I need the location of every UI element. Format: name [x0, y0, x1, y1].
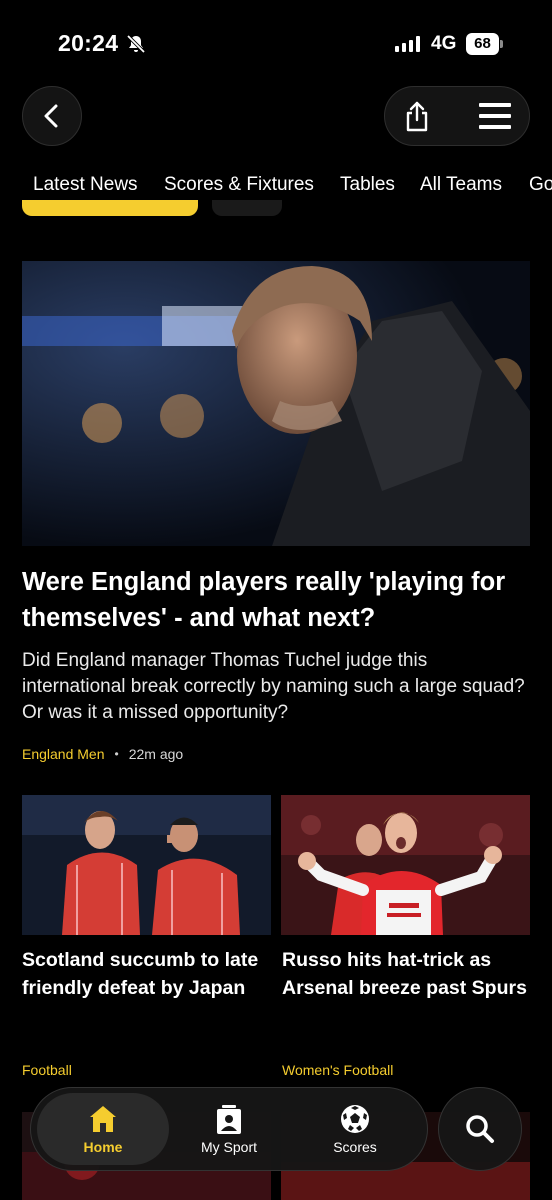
search-icon [466, 1115, 494, 1143]
network-type: 4G [431, 33, 457, 54]
nav-scores-label: Scores [333, 1139, 377, 1155]
back-button[interactable] [22, 86, 82, 146]
bell-muted-icon [126, 34, 146, 54]
my-sport-icon [217, 1105, 241, 1134]
search-button[interactable] [438, 1087, 522, 1171]
home-icon [90, 1106, 116, 1132]
chevron-left-icon [44, 104, 58, 128]
hero-meta: England Men • 22m ago [22, 746, 183, 762]
hero-headline[interactable]: Were England players really 'playing for… [22, 564, 532, 636]
signal-icon [395, 36, 420, 52]
football-icon [341, 1105, 369, 1133]
hero-image[interactable] [22, 261, 530, 546]
header-actions [384, 86, 530, 146]
hero-summary: Did England manager Thomas Tuchel judge … [22, 650, 525, 723]
card-tag-football[interactable]: Football [22, 1062, 72, 1078]
battery-level: 68 [466, 33, 499, 55]
tab-overflow[interactable]: Go [529, 174, 552, 196]
status-time: 20:24 [58, 30, 119, 56]
tab-all-teams[interactable]: All Teams [420, 174, 502, 196]
card-headline-arsenal[interactable]: Russo hits hat-trick as Arsenal breeze p… [282, 946, 532, 1002]
card-tag-womens-football[interactable]: Women's Football [282, 1062, 393, 1078]
tab-scores-fixtures[interactable]: Scores & Fixtures [164, 174, 314, 196]
bottom-navigation: Home My Sport Scores [30, 1087, 428, 1171]
nav-my-sport-label: My Sport [200, 1139, 257, 1155]
section-tabs: Latest News Scores & Fixtures Tables All… [0, 170, 552, 204]
status-bar: 20:24 4G 68 [0, 0, 552, 80]
nav-scores[interactable]: Scores [307, 1093, 403, 1177]
share-icon[interactable] [403, 99, 431, 133]
battery-icon: 68 [466, 33, 503, 55]
menu-icon[interactable] [479, 103, 511, 131]
meta-separator: • [114, 747, 119, 761]
tab-tables[interactable]: Tables [340, 174, 395, 196]
card-image-arsenal[interactable] [281, 795, 530, 935]
hero-topic-tag[interactable]: England Men [22, 746, 105, 762]
filter-chip[interactable] [212, 200, 282, 216]
card-headline-scotland[interactable]: Scotland succumb to late friendly defeat… [22, 946, 272, 1002]
tab-latest-news[interactable]: Latest News [33, 174, 138, 196]
nav-my-sport[interactable]: My Sport [181, 1093, 277, 1177]
nav-home[interactable]: Home [37, 1093, 169, 1165]
nav-home-label: Home [83, 1139, 123, 1155]
hero-timestamp: 22m ago [128, 746, 184, 762]
active-tab-indicator [22, 200, 198, 216]
card-image-scotland[interactable] [22, 795, 271, 935]
